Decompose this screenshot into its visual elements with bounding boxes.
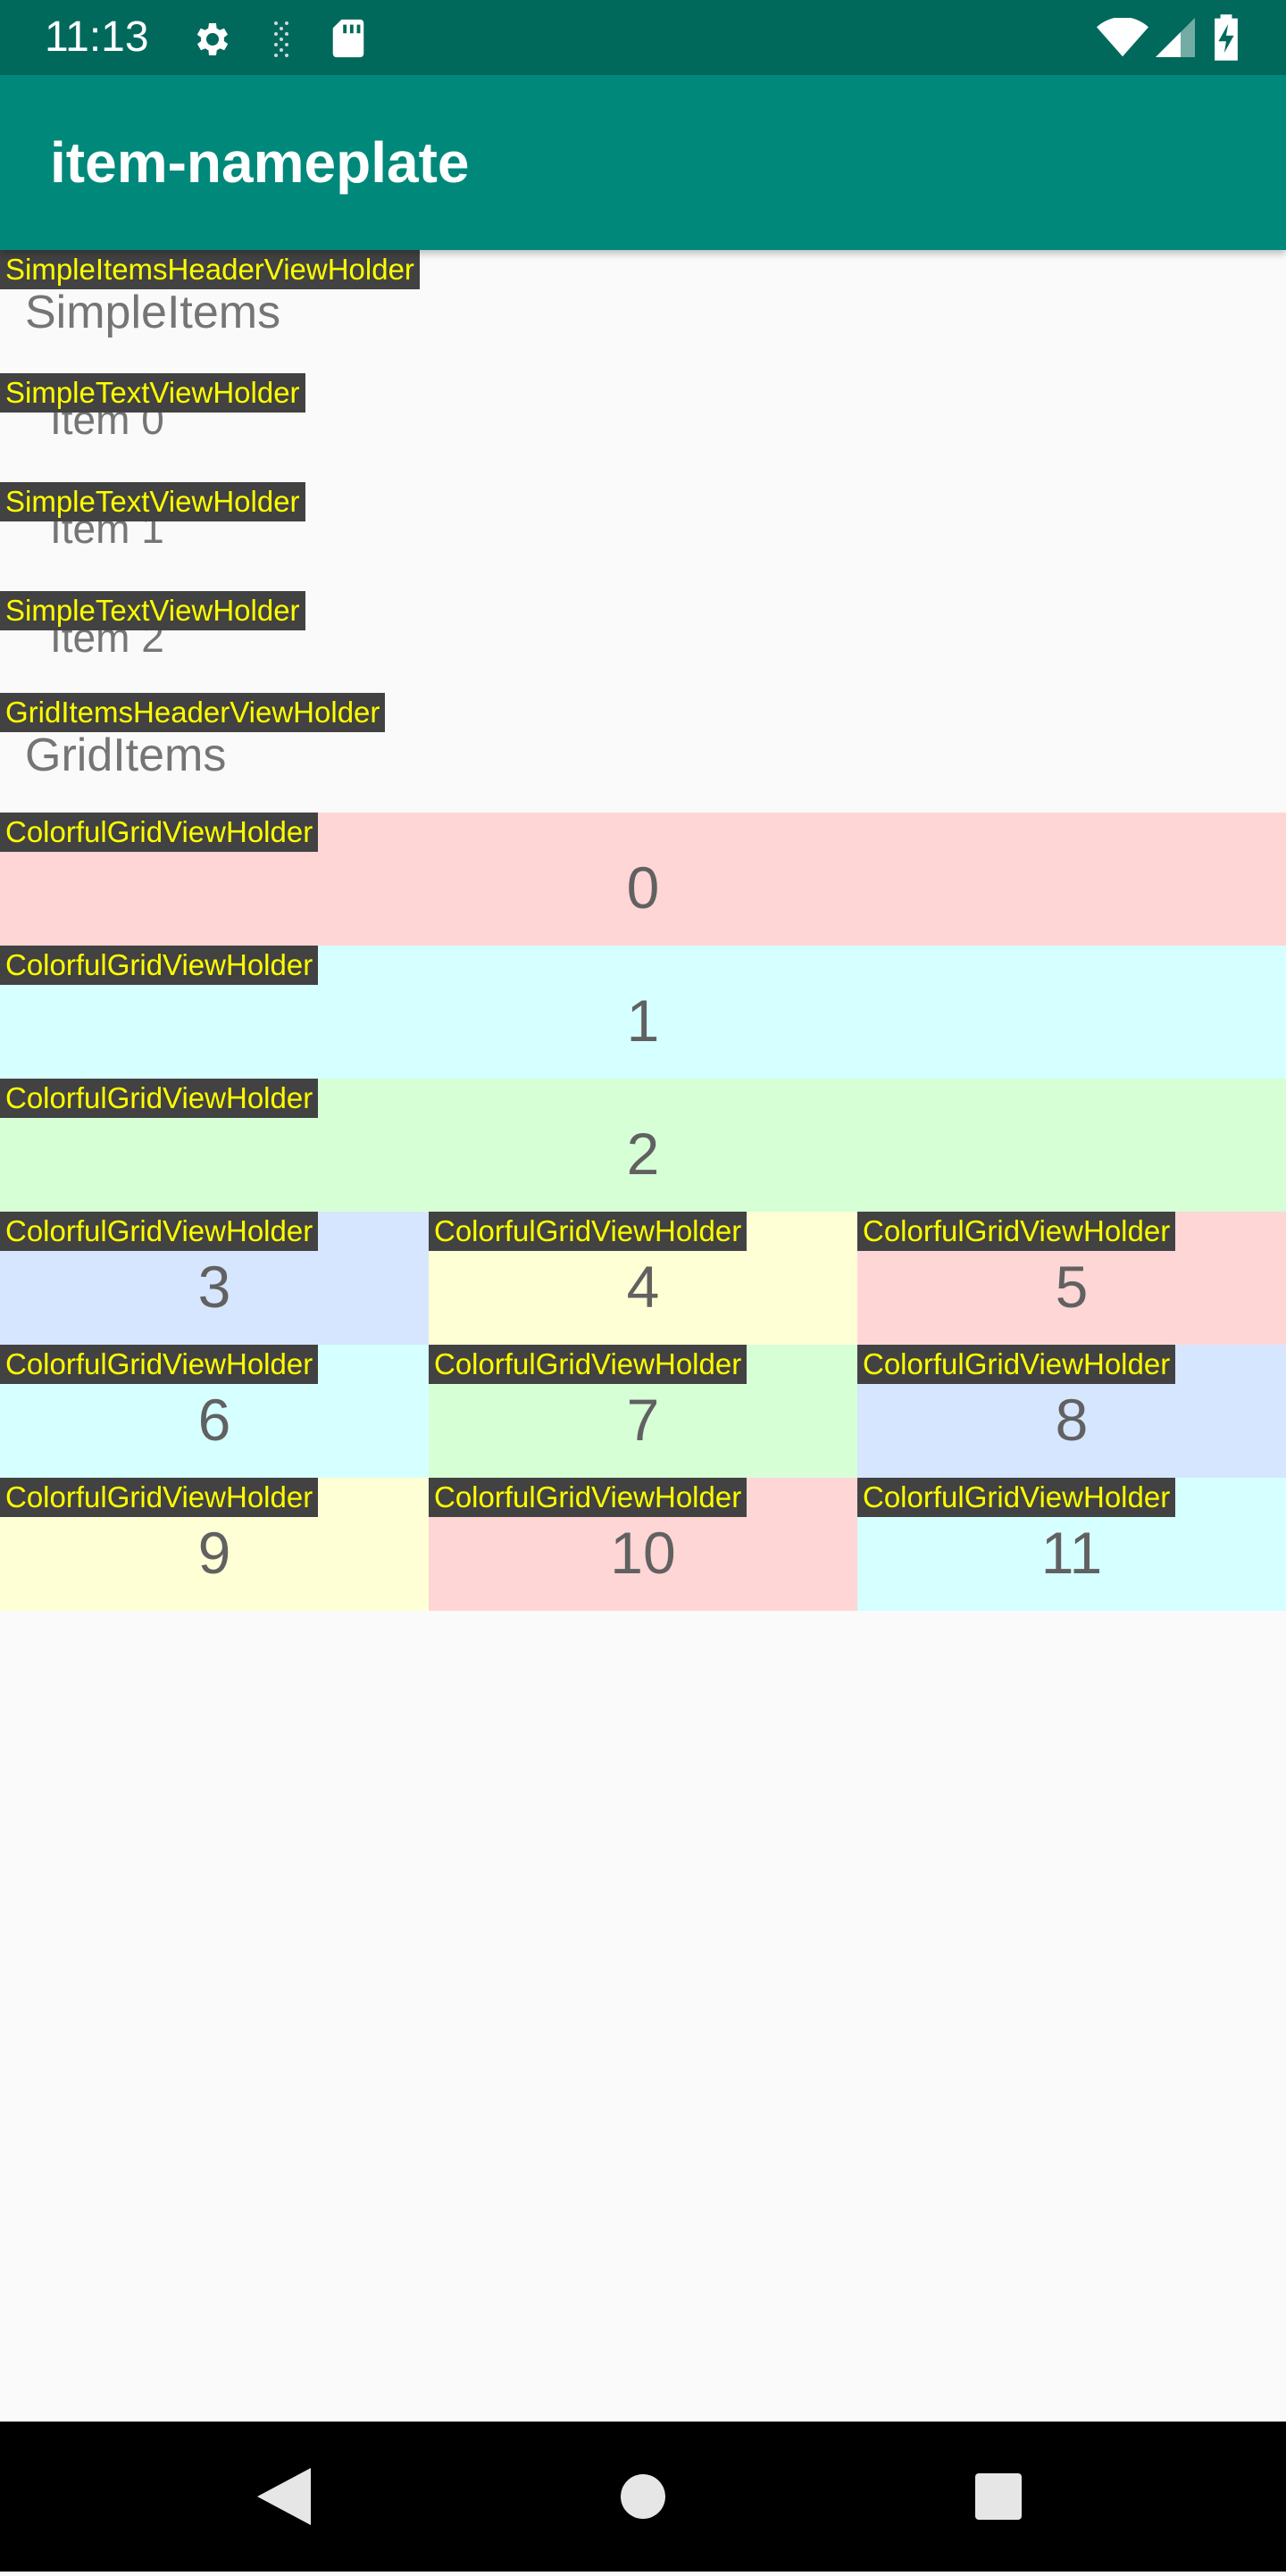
grid-cell[interactable]: ColorfulGridViewHolder 7 [429,1345,857,1478]
nameplate-label: ColorfulGridViewHolder [0,813,319,852]
navigation-bar [0,2422,1286,2572]
grid-cell-number: 6 [197,1387,231,1453]
home-icon [621,2474,665,2519]
simple-items-header: SimpleItemsHeaderViewHolder SimpleItems [0,250,1286,363]
nameplate-label: SimpleItemsHeaderViewHolder [0,250,420,289]
status-time: 11:13 [45,13,149,61]
settings-icon [189,18,232,65]
grid-cell[interactable]: ColorfulGridViewHolder 8 [857,1345,1286,1478]
grid-cell[interactable]: ColorfulGridViewHolder 0 [0,813,1286,946]
grid-cell-number: 1 [626,988,660,1054]
grid-cell-number: 2 [626,1121,660,1187]
battery-charging-icon [1213,14,1240,65]
grid-cell-number: 5 [1055,1254,1089,1320]
nameplate-label: ColorfulGridViewHolder [429,1212,747,1251]
nameplate-label: ColorfulGridViewHolder [0,1079,319,1118]
grid-cell-number: 10 [610,1520,676,1586]
nameplate-label: SimpleTextViewHolder [0,591,305,630]
grid-cell-number: 11 [1040,1520,1103,1586]
cell-signal-icon [1156,18,1195,62]
section-title: SimpleItems [25,287,281,338]
recycler-list[interactable]: SimpleItemsHeaderViewHolder SimpleItems … [0,250,1286,2422]
grid-cell[interactable]: ColorfulGridViewHolder 4 [429,1212,857,1345]
back-button[interactable] [195,2422,373,2572]
grid-cell[interactable]: ColorfulGridViewHolder 2 [0,1079,1286,1212]
grid-cell[interactable]: ColorfulGridViewHolder 9 [0,1478,429,1611]
grid-cell-number: 4 [626,1254,660,1320]
nameplate-label: ColorfulGridViewHolder [429,1345,747,1384]
grid-cell[interactable]: ColorfulGridViewHolder 1 [0,946,1286,1079]
wifi-icon [1097,16,1148,62]
grid-cell[interactable]: ColorfulGridViewHolder 10 [429,1478,857,1611]
grid-cell-number: 7 [626,1387,660,1453]
nameplate-label: ColorfulGridViewHolder [857,1345,1176,1384]
sd-card-icon [330,18,366,63]
nameplate-label: ColorfulGridViewHolder [0,1345,319,1384]
grid-cell-number: 0 [626,854,660,921]
nameplate-label: ColorfulGridViewHolder [0,946,319,985]
section-title: GridItems [25,729,227,781]
recents-button[interactable] [909,2422,1088,2572]
list-item[interactable]: SimpleTextViewHolder Item 0 [0,373,1286,482]
app-bar: item-nameplate [0,75,1286,250]
grid-cell-number: 8 [1055,1387,1089,1453]
recents-icon [975,2473,1022,2520]
nameplate-label: ColorfulGridViewHolder [857,1212,1176,1251]
list-item[interactable]: SimpleTextViewHolder Item 1 [0,482,1286,591]
app-title: item-nameplate [50,130,470,195]
back-icon [257,2468,311,2525]
grid-cell[interactable]: ColorfulGridViewHolder 6 [0,1345,429,1478]
nameplate-label: ColorfulGridViewHolder [429,1478,747,1517]
status-bar: 11:13 [0,0,1286,75]
nameplate-label: GridItemsHeaderViewHolder [0,693,386,732]
grid-cell[interactable]: ColorfulGridViewHolder 11 [857,1478,1286,1611]
grid-cell[interactable]: ColorfulGridViewHolder 3 [0,1212,429,1345]
grid-cell-number: 3 [197,1254,231,1320]
list-item[interactable]: SimpleTextViewHolder Item 2 [0,591,1286,693]
grid-items-header: GridItemsHeaderViewHolder GridItems [0,693,1286,795]
grid-cell-number: 9 [197,1520,231,1586]
nameplate-label: ColorfulGridViewHolder [857,1478,1176,1517]
home-button[interactable] [554,2422,732,2572]
nameplate-label: ColorfulGridViewHolder [0,1212,319,1251]
signal-dots-icon [268,18,295,65]
nameplate-label: SimpleTextViewHolder [0,373,305,413]
grid-cell[interactable]: ColorfulGridViewHolder 5 [857,1212,1286,1345]
nameplate-label: SimpleTextViewHolder [0,482,305,521]
nameplate-label: ColorfulGridViewHolder [0,1478,319,1517]
